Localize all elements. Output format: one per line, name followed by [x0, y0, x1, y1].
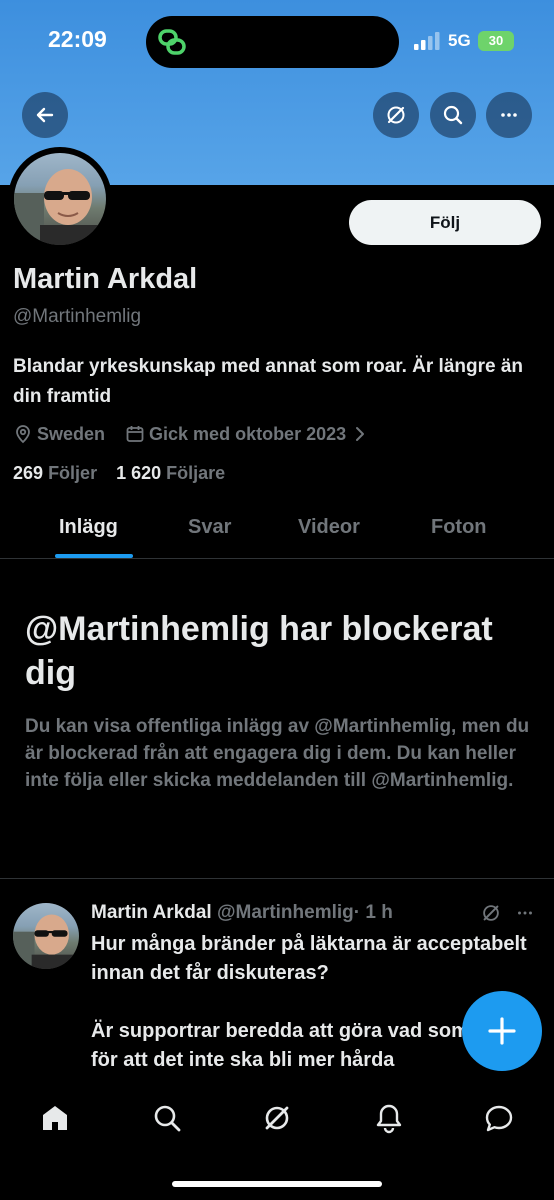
- signal-icon: [414, 32, 440, 50]
- grok-icon: [387, 106, 405, 124]
- profile-location: Sweden: [37, 423, 106, 444]
- follow-button[interactable]: Följ: [349, 200, 541, 245]
- tab-replies[interactable]: Svar: [188, 516, 231, 539]
- messages-icon[interactable]: [483, 1102, 515, 1134]
- tab-videos[interactable]: Videor: [298, 516, 360, 539]
- profile-avatar[interactable]: [8, 147, 112, 251]
- more-icon: [501, 113, 517, 117]
- followers-label: Följare: [166, 463, 226, 483]
- bell-icon[interactable]: [373, 1102, 405, 1134]
- tab-photos[interactable]: Foton: [431, 516, 487, 539]
- back-arrow-icon: [36, 107, 54, 123]
- grok-icon[interactable]: [480, 902, 502, 924]
- post-author-name[interactable]: Martin Arkdal: [91, 902, 212, 923]
- following-label: Följer: [48, 463, 98, 483]
- grok-button[interactable]: [373, 92, 419, 138]
- followers-count: 1 620: [116, 463, 162, 483]
- link-icon: [158, 29, 186, 55]
- battery-indicator: 30: [478, 31, 514, 51]
- network-type: 5G: [448, 31, 471, 50]
- blocked-title: @Martinhemlig har blockerat dig: [25, 610, 493, 692]
- home-indicator: [172, 1181, 382, 1187]
- more-icon[interactable]: [512, 902, 538, 924]
- profile-meta: Sweden Gick med oktober 2023: [13, 422, 374, 446]
- post-author-handle[interactable]: @Martinhemlig: [217, 902, 354, 923]
- home-icon[interactable]: [39, 1102, 71, 1134]
- profile-joined[interactable]: Gick med oktober 2023: [149, 424, 346, 445]
- profile-tabs: Inlägg Svar Videor Foton: [0, 500, 554, 559]
- status-bar: 22:09 5G 30: [0, 0, 554, 84]
- grok-nav-icon[interactable]: [261, 1102, 293, 1134]
- post-time: · 1 h: [353, 902, 393, 923]
- post-avatar[interactable]: [13, 903, 79, 969]
- blocked-description: Du kan visa offentliga inlägg av @Martin…: [25, 716, 530, 791]
- divider: [0, 878, 554, 879]
- search-button[interactable]: [430, 92, 476, 138]
- more-options-button[interactable]: [486, 92, 532, 138]
- dynamic-island: [146, 16, 399, 68]
- calendar-icon: [126, 426, 144, 442]
- followers-link[interactable]: 1 620 Följare: [116, 463, 225, 483]
- explore-icon[interactable]: [151, 1102, 183, 1134]
- search-icon: [443, 105, 463, 125]
- avatar-image: [14, 153, 106, 245]
- location-pin-icon: [16, 425, 30, 444]
- post-actions: [480, 901, 538, 925]
- active-tab-indicator: [55, 554, 133, 558]
- tab-posts[interactable]: Inlägg: [59, 516, 118, 539]
- profile-stats: 269 Följer 1 620 Följare: [13, 463, 225, 484]
- following-link[interactable]: 269 Följer: [13, 463, 97, 483]
- back-button[interactable]: [22, 92, 68, 138]
- profile-name: Martin Arkdal: [13, 263, 198, 295]
- post-header: Martin Arkdal @Martinhemlig· 1 h: [91, 902, 393, 924]
- profile-handle: @Martinhemlig: [13, 306, 142, 327]
- following-count: 269: [13, 463, 44, 483]
- chevron-right-icon[interactable]: [350, 424, 370, 444]
- status-time: 22:09: [48, 26, 107, 52]
- profile-bio: Blandar yrkeskunskap med annat som roar.…: [13, 356, 524, 407]
- plus-icon: [488, 1017, 516, 1045]
- compose-button[interactable]: [462, 991, 542, 1071]
